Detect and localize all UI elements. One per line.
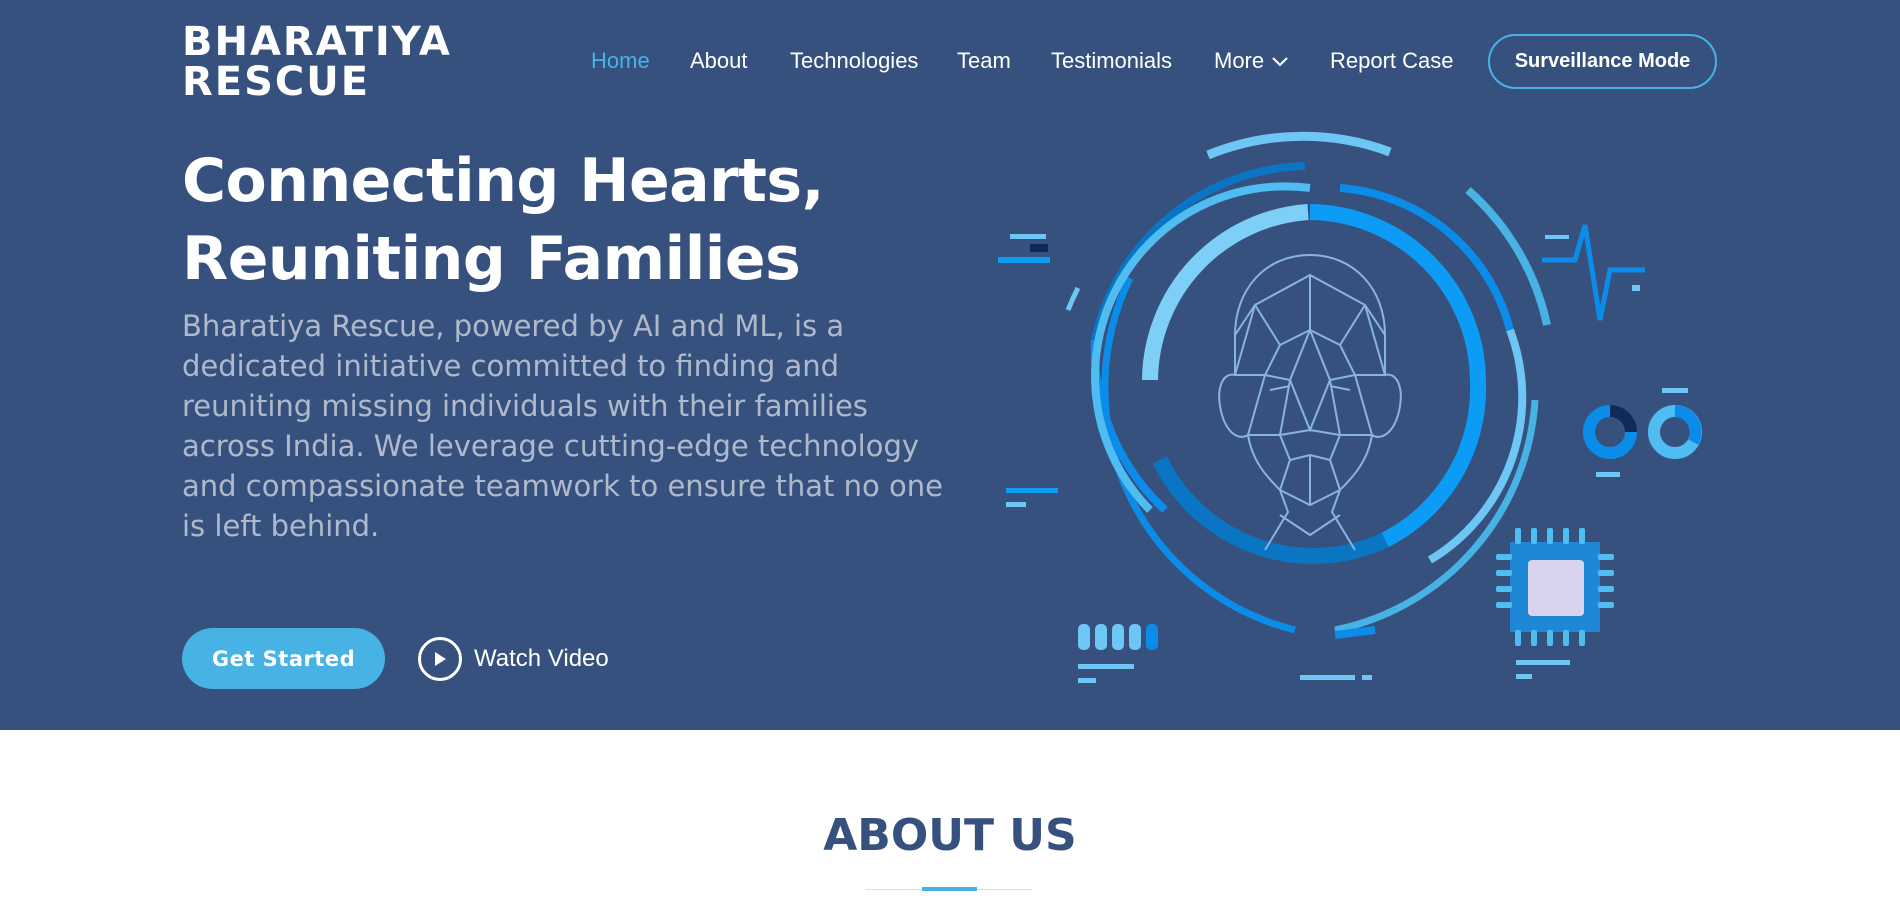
headline-line-2: Reuniting Families — [182, 224, 801, 294]
nav-home[interactable]: Home — [591, 47, 650, 75]
hero-section: BHARATIYA RESCUE Home About Technologies… — [0, 0, 1900, 730]
nav-report-case[interactable]: Report Case — [1330, 47, 1454, 75]
watch-video-label: Watch Video — [474, 645, 609, 672]
main-nav: Home About Technologies Team Testimonial… — [0, 0, 1900, 122]
face-recognition-illustration — [998, 131, 1702, 683]
hero-headline: Connecting Hearts, Reuniting Families — [182, 142, 982, 298]
get-started-button[interactable]: Get Started — [182, 628, 385, 689]
chevron-down-icon[interactable] — [1270, 51, 1290, 71]
nav-technologies[interactable]: Technologies — [790, 47, 918, 75]
nav-testimonials[interactable]: Testimonials — [1051, 47, 1172, 75]
headline-line-1: Connecting Hearts, — [182, 146, 824, 216]
nav-team[interactable]: Team — [957, 47, 1011, 75]
about-title-accent — [922, 887, 977, 891]
nav-about[interactable]: About — [690, 47, 748, 75]
surveillance-mode-button[interactable]: Surveillance Mode — [1488, 34, 1717, 89]
nav-more[interactable]: More — [1214, 47, 1264, 75]
play-icon — [418, 637, 462, 681]
about-section-title: ABOUT US — [823, 810, 1077, 861]
watch-video-link[interactable]: Watch Video — [418, 636, 609, 682]
hero-description: Bharatiya Rescue, powered by AI and ML, … — [182, 309, 943, 543]
